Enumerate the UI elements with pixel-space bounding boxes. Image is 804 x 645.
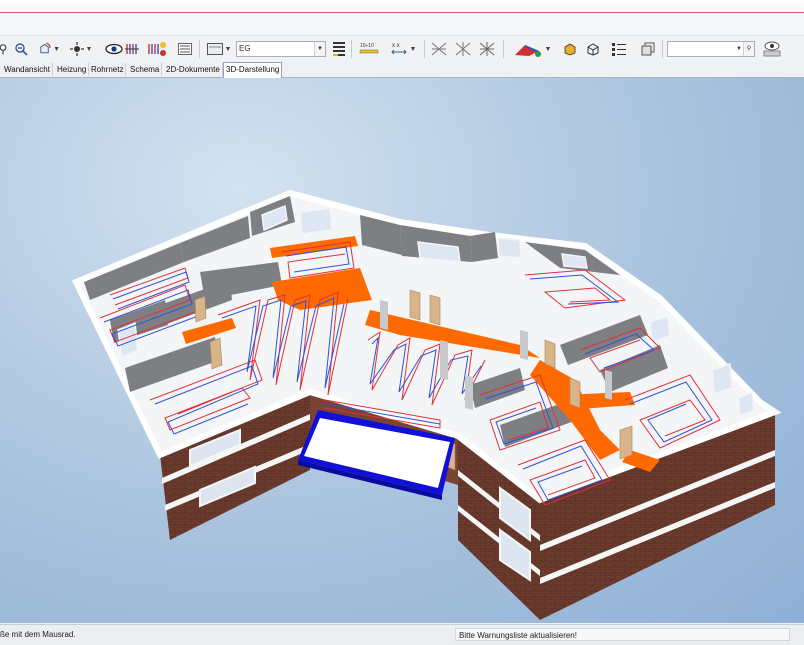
heating-circuit-icon[interactable]	[124, 40, 142, 58]
zoom-in-icon[interactable]: ⚲	[0, 40, 8, 58]
layer-list-icon[interactable]	[331, 40, 347, 58]
rotate-view-icon[interactable]: ▼	[38, 40, 60, 58]
building-3d-model	[71, 189, 782, 620]
grid-snap-icon[interactable]	[428, 40, 450, 58]
view-tabs: Wandansicht Heizung Rohrnetz Schema 2D-D…	[0, 62, 804, 78]
section-view-icon[interactable]	[638, 40, 658, 58]
search-icon[interactable]: ⚲	[743, 42, 754, 56]
eye-settings-icon[interactable]	[760, 40, 784, 58]
floor-combo[interactable]: EG ▼	[236, 41, 326, 57]
tab-schema[interactable]: Schema	[128, 63, 163, 76]
layer-tree-icon[interactable]	[610, 40, 628, 58]
svg-text:x x: x x	[392, 43, 400, 49]
combo-dropdown-icon[interactable]: ▼	[314, 42, 325, 56]
construction-lines-icon[interactable]	[476, 40, 498, 58]
floor-view-icon[interactable]: ▼	[204, 40, 234, 58]
status-hint-text: ße mit dem Mausrad.	[0, 630, 76, 639]
tab-3d-darstellung[interactable]: 3D-Darstellung	[223, 62, 283, 78]
main-toolbar: ⚲ ▼ ▼ ▼ EG ▼ 10÷10 x x ▼ ▼ ▼ ⚲	[0, 36, 804, 62]
title-bar	[0, 0, 804, 13]
svg-text:10÷10: 10÷10	[360, 43, 374, 49]
measure-icon[interactable]: x x ▼	[386, 40, 420, 58]
zoom-out-icon[interactable]	[12, 40, 30, 58]
material-icon[interactable]	[562, 40, 578, 58]
list-icon[interactable]	[176, 40, 194, 58]
heating-distribution-icon[interactable]	[146, 40, 168, 58]
tab-2d-dokumente[interactable]: 2D-Dokumente	[164, 63, 223, 76]
warning-status-text: Bitte Warnungsliste aktualisieren!	[455, 628, 790, 641]
3d-viewport[interactable]	[0, 78, 804, 623]
search-combo[interactable]: ▼ ⚲	[667, 41, 755, 57]
tab-wandansicht[interactable]: Wandansicht	[2, 63, 53, 76]
dimension-icon[interactable]: 10÷10	[356, 40, 382, 58]
tab-rohrnetz[interactable]: Rohrnetz	[89, 63, 127, 76]
status-bar: ße mit dem Mausrad. Bitte Warnungsliste …	[0, 624, 804, 645]
menu-bar	[0, 13, 804, 36]
tab-heizung[interactable]: Heizung	[55, 63, 90, 76]
visibility-eye-icon[interactable]	[104, 40, 124, 58]
snap-points-icon[interactable]	[452, 40, 474, 58]
light-source-icon[interactable]: ▼	[68, 40, 94, 58]
cube-view-icon[interactable]	[584, 40, 602, 58]
building-model-icon[interactable]: ▼	[510, 40, 554, 58]
